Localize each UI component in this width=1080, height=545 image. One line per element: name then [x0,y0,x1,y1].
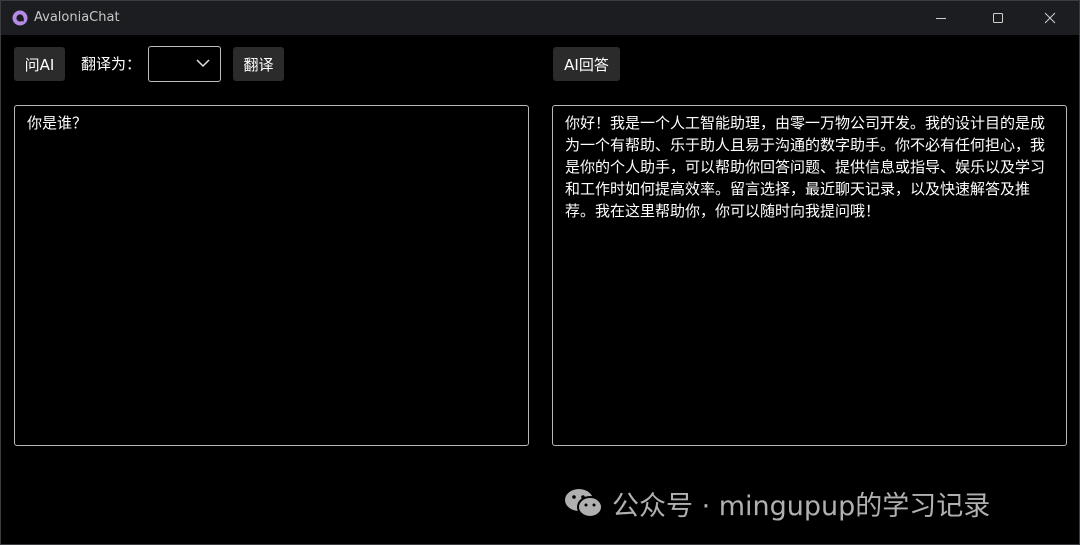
ai-answer-button[interactable]: AI回答 [553,47,620,81]
wechat-icon [565,489,603,518]
language-select[interactable] [148,46,221,82]
chevron-down-icon [196,59,210,68]
minimize-icon [936,18,946,19]
ask-ai-button[interactable]: 问AI [14,47,65,81]
watermark: 公众号 · mingupup的学习记录 [564,486,991,522]
watermark-text: 公众号 · mingupup的学习记录 [612,490,991,522]
avalonia-logo-icon [12,10,28,26]
window-title: AvaloniaChat [34,10,120,25]
translate-to-label: 翻译为： [81,55,142,73]
maximize-icon [993,13,1003,23]
maximize-button[interactable] [975,1,1021,35]
question-input[interactable]: 你是谁？ [14,105,529,446]
close-icon [1044,12,1056,24]
title-bar[interactable]: AvaloniaChat [1,1,1079,35]
app-window: AvaloniaChat 问AI 翻译为： 翻译 AI回答 你是谁？ 你好！我是… [0,0,1080,545]
answer-output[interactable]: 你好！我是一个人工智能助理，由零一万物公司开发。我的设计目的是成为一个有帮助、乐… [552,105,1067,446]
translate-button[interactable]: 翻译 [233,47,284,81]
minimize-button[interactable] [918,1,964,35]
close-button[interactable] [1027,1,1073,35]
